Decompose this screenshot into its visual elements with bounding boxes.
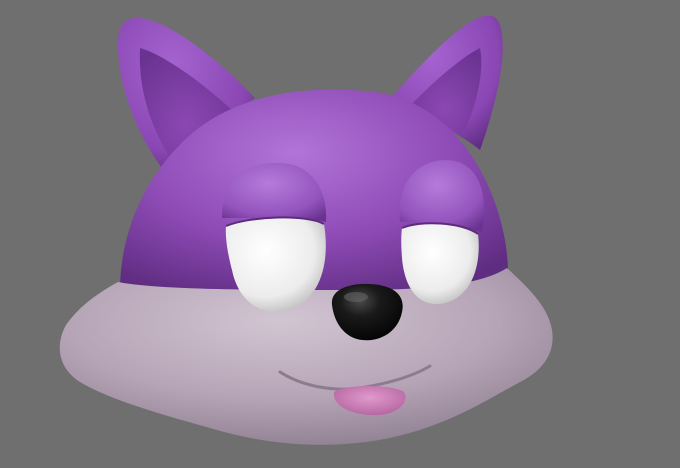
fox-head-render [59,15,553,445]
3d-viewport [0,0,680,468]
